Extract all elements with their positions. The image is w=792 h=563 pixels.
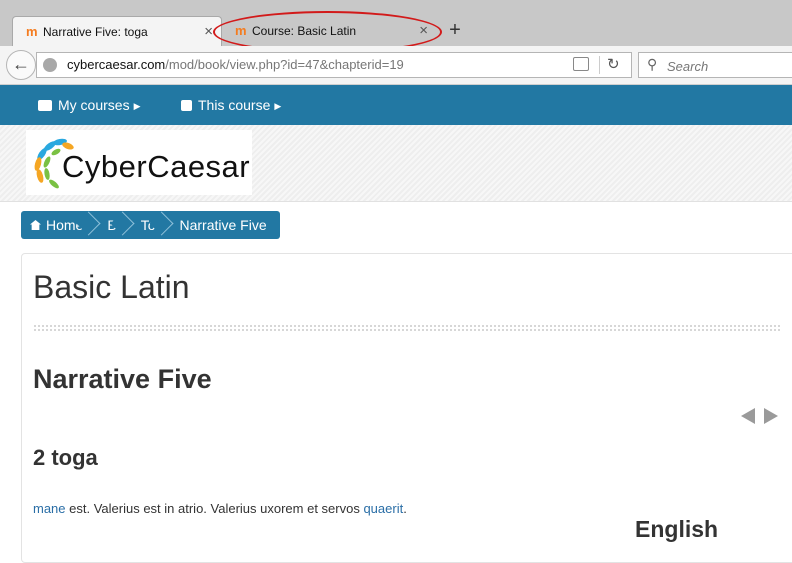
next-chapter-icon[interactable] bbox=[764, 408, 778, 424]
close-tab-icon[interactable]: × bbox=[204, 17, 213, 47]
book-icon bbox=[181, 100, 192, 111]
site-navbar: My courses ▶ This course ▶ bbox=[0, 85, 792, 125]
back-button[interactable]: ← bbox=[6, 50, 36, 80]
tab-title: Narrative Five: toga bbox=[43, 25, 148, 39]
chapter-title: Narrative Five bbox=[33, 364, 212, 394]
breadcrumb-narrative-five[interactable]: Narrative Five bbox=[165, 211, 280, 239]
glossary-link-mane[interactable]: mane bbox=[33, 501, 66, 516]
new-tab-button[interactable]: + bbox=[444, 20, 466, 42]
url-text[interactable]: cybercaesar.com/mod/book/view.php?id=47&… bbox=[67, 53, 404, 77]
moodle-favicon-icon: m bbox=[26, 24, 38, 39]
this-course-menu[interactable]: This course ▶ bbox=[181, 85, 281, 126]
previous-chapter-icon[interactable] bbox=[741, 408, 755, 424]
caret-right-icon: ▶ bbox=[274, 101, 282, 111]
address-divider bbox=[599, 56, 600, 74]
caret-right-icon: ▶ bbox=[133, 101, 141, 111]
globe-icon bbox=[43, 58, 57, 72]
breadcrumb-home[interactable]: Home bbox=[21, 211, 101, 239]
glossary-link-quaerit[interactable]: quaerit bbox=[363, 501, 403, 516]
page-header: CyberCaesar bbox=[0, 125, 792, 202]
breadcrumb: Home B To Narrative Five bbox=[21, 211, 280, 239]
page-title: Basic Latin bbox=[33, 269, 190, 305]
section-title: 2 toga bbox=[33, 445, 98, 470]
briefcase-icon bbox=[38, 100, 52, 111]
search-icon: ⚲ bbox=[647, 56, 658, 72]
browser-tab-strip: m Narrative Five: toga × m Course: Basic… bbox=[0, 0, 792, 53]
home-icon bbox=[30, 220, 41, 230]
dotted-divider bbox=[33, 324, 782, 332]
my-courses-menu[interactable]: My courses ▶ bbox=[38, 85, 141, 126]
tab-narrative-five[interactable]: m Narrative Five: toga × bbox=[12, 16, 222, 46]
search-box[interactable]: ⚲ bbox=[638, 52, 792, 78]
site-logo[interactable]: CyberCaesar bbox=[26, 130, 252, 195]
browser-navigation-bar: ← cybercaesar.com/mod/book/view.php?id=4… bbox=[0, 46, 792, 85]
paragraph-text: mane est. Valerius est in atrio. Valeriu… bbox=[33, 501, 407, 516]
reader-view-icon[interactable] bbox=[573, 57, 589, 71]
address-bar[interactable]: cybercaesar.com/mod/book/view.php?id=47&… bbox=[36, 52, 632, 78]
english-heading: English bbox=[635, 516, 719, 542]
logo-wordmark: CyberCaesar bbox=[62, 149, 251, 184]
search-input[interactable] bbox=[665, 55, 789, 77]
reload-icon[interactable]: ↻ bbox=[607, 53, 620, 77]
